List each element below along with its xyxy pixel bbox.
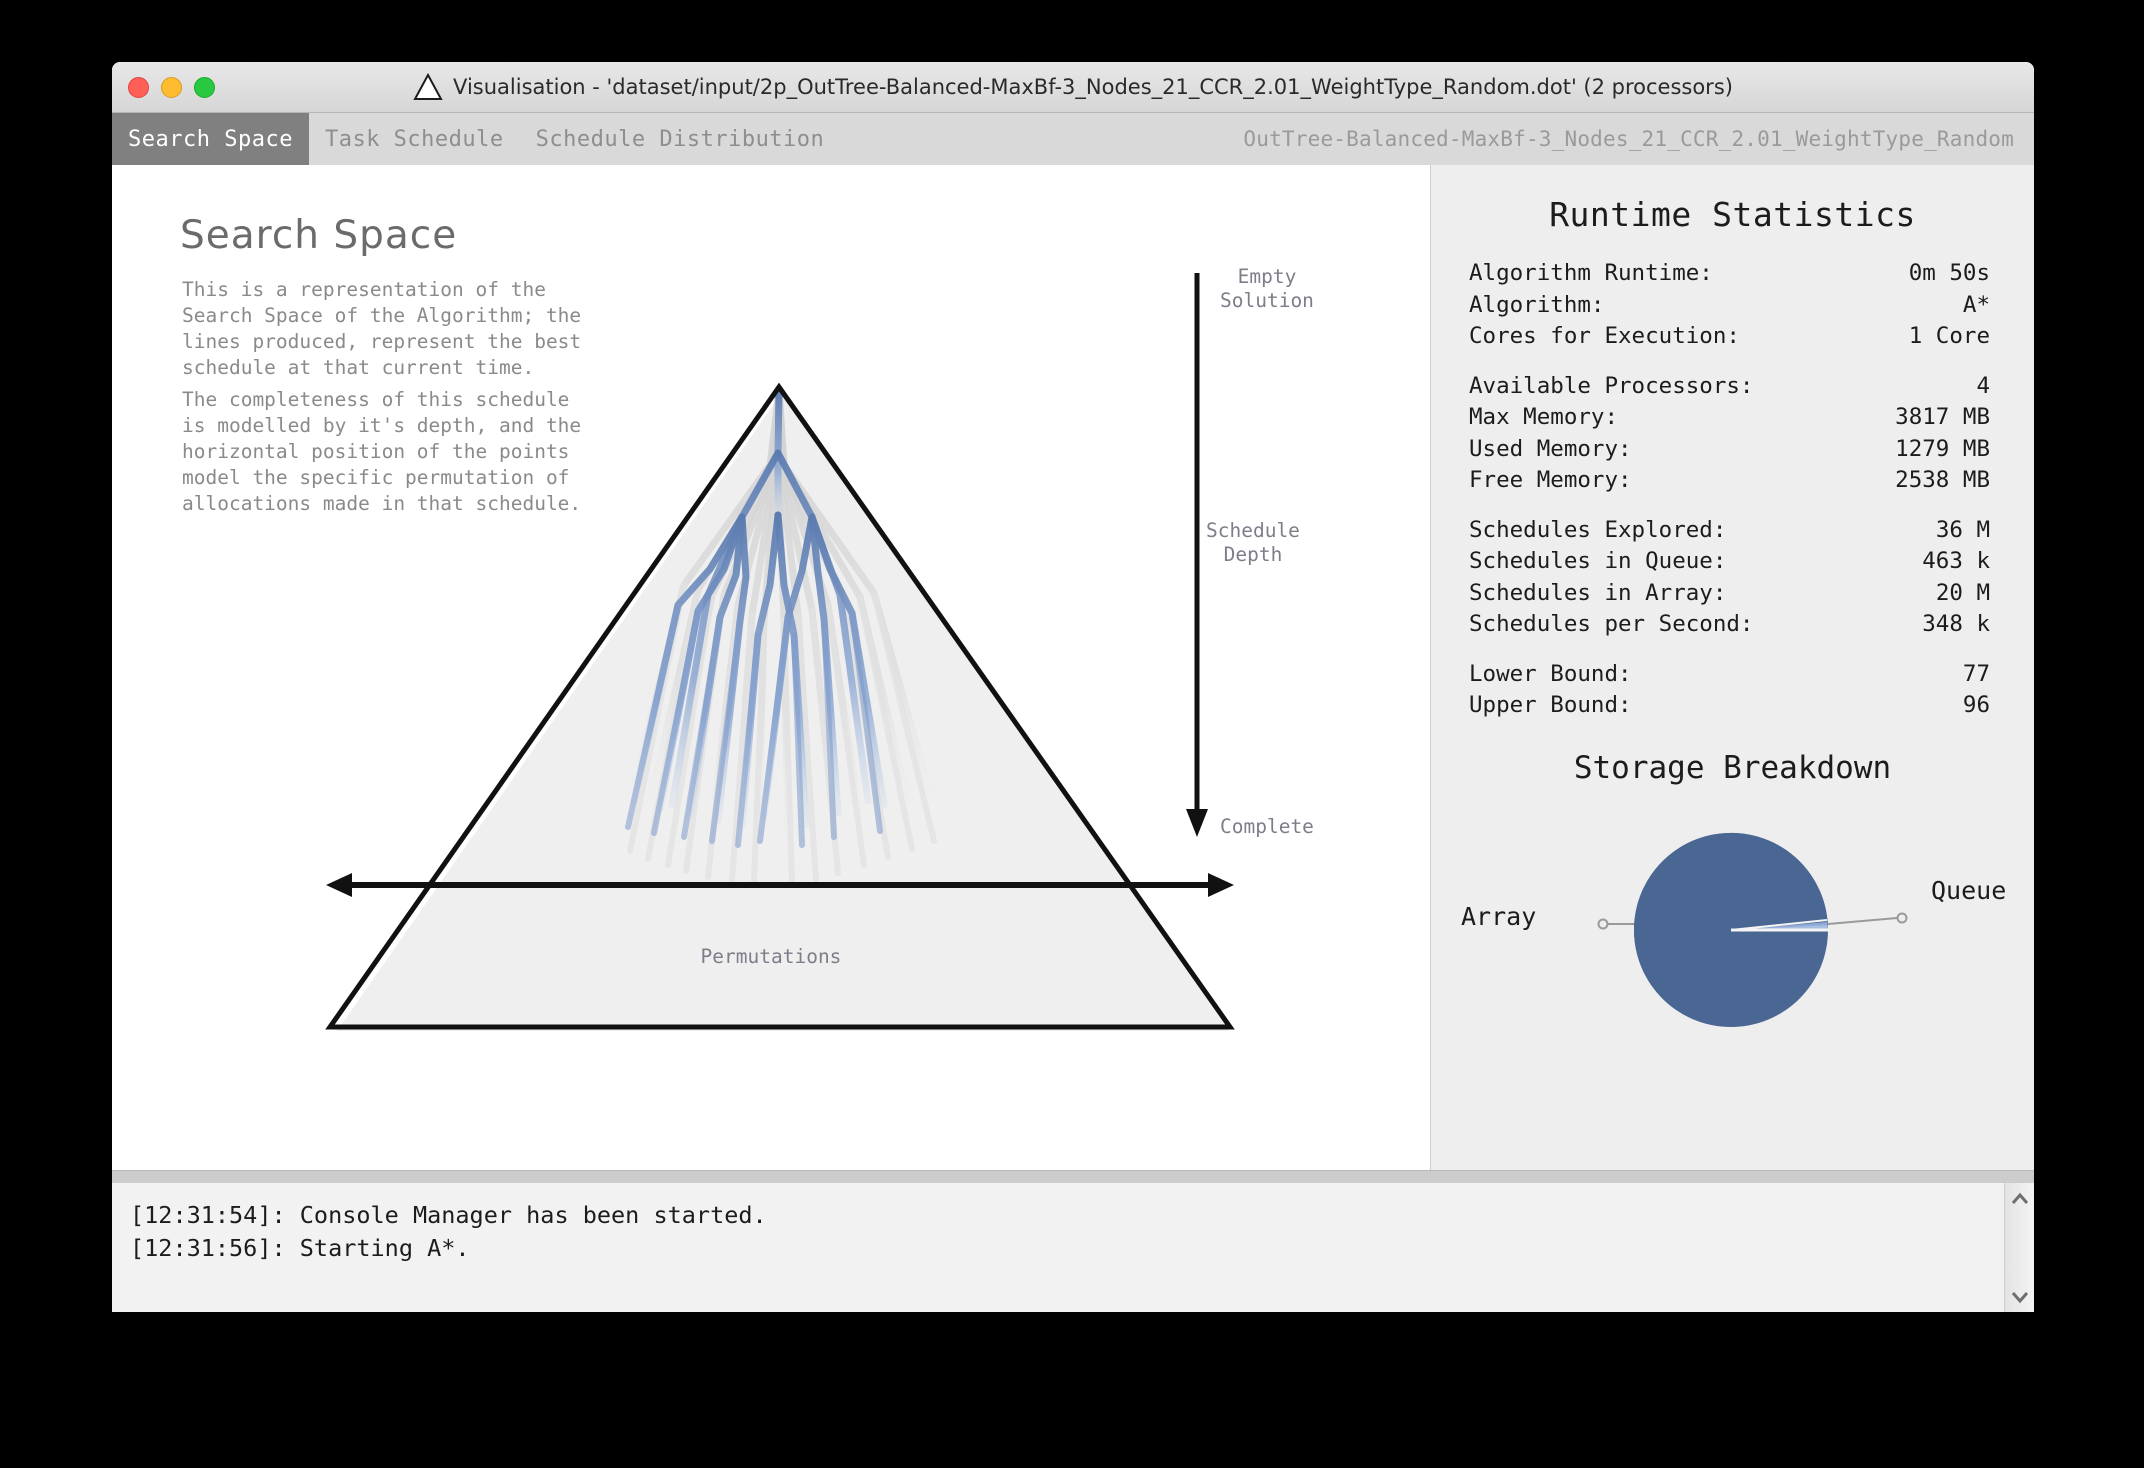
- stat-value: 463 k: [1922, 548, 1990, 574]
- stat-label: Schedules in Array:: [1469, 579, 1727, 606]
- stat-value: A*: [1962, 291, 1990, 318]
- close-button[interactable]: [128, 77, 149, 98]
- stat-label: Schedules per Second:: [1469, 611, 1754, 637]
- stat-label: Upper Bound:: [1469, 692, 1632, 718]
- axis-label-complete: Complete: [1220, 815, 1314, 838]
- stat-value: 2538 MB: [1895, 467, 1990, 493]
- title-bar-center: Visualisation - 'dataset/input/2p_OutTre…: [112, 62, 2034, 112]
- stat-row: Schedules in Queue: 463 k: [1469, 546, 1990, 578]
- tab-label: Search Space: [128, 126, 293, 152]
- stat-value: 96: [1962, 692, 1990, 718]
- runtime-statistics-title: Runtime Statistics: [1549, 195, 1916, 234]
- stat-value: 3817 MB: [1895, 404, 1990, 430]
- triangle-icon: [413, 73, 443, 101]
- stat-label: Max Memory:: [1469, 404, 1619, 430]
- main-content: Search Space This is a representation of…: [112, 165, 2034, 1170]
- stat-label: Free Memory:: [1469, 467, 1632, 493]
- stat-label: Used Memory:: [1469, 435, 1632, 462]
- stat-value: 0m 50s: [1908, 260, 1990, 286]
- stat-value: 348 k: [1922, 611, 1990, 637]
- tab-task-schedule[interactable]: Task Schedule: [309, 113, 520, 165]
- tab-label: Task Schedule: [324, 126, 504, 152]
- axis-label-schedule-depth: Schedule Depth: [1206, 519, 1300, 566]
- statistics-panel: Runtime Statistics Algorithm Runtime: 0m…: [1431, 165, 2034, 1170]
- stat-value: 20 M: [1935, 579, 1990, 606]
- console-scrollbar[interactable]: [2004, 1183, 2034, 1312]
- stat-label: Lower Bound:: [1469, 660, 1632, 687]
- console-line: [12:31:54]: Console Manager has been sta…: [130, 1201, 767, 1229]
- stat-row: Lower Bound: 77: [1469, 659, 1990, 691]
- storage-breakdown-chart: Array Queue: [1431, 794, 2034, 1064]
- stat-row: Schedules per Second: 348 k: [1469, 609, 1990, 641]
- graph-name-label: OutTree-Balanced-MaxBf-3_Nodes_21_CCR_2.…: [1243, 127, 2014, 151]
- stat-row: Schedules Explored: 36 M: [1469, 515, 1990, 547]
- stat-row: Cores for Execution: 1 Core: [1469, 321, 1990, 353]
- stat-label: Schedules in Queue:: [1469, 548, 1727, 574]
- stat-row: Max Memory: 3817 MB: [1469, 402, 1990, 434]
- search-space-panel: Search Space This is a representation of…: [112, 165, 1431, 1170]
- tab-schedule-distribution[interactable]: Schedule Distribution: [520, 113, 841, 165]
- stat-row: Upper Bound: 96: [1469, 690, 1990, 722]
- console-divider: [112, 1170, 2034, 1183]
- title-bar: Visualisation - 'dataset/input/2p_OutTre…: [112, 62, 2034, 113]
- chevron-down-icon[interactable]: [2008, 1287, 2032, 1307]
- stat-value: 36 M: [1935, 516, 1990, 543]
- console-output: [12:31:54]: Console Manager has been sta…: [112, 1183, 2034, 1265]
- axis-label-permutations: Permutations: [700, 945, 842, 968]
- stat-row: Free Memory: 2538 MB: [1469, 465, 1990, 497]
- stat-row: Algorithm Runtime: 0m 50s: [1469, 258, 1990, 290]
- stat-value: 1 Core: [1908, 323, 1990, 349]
- stat-row: Available Processors: 4: [1469, 371, 1990, 403]
- tab-label: Schedule Distribution: [535, 126, 825, 152]
- stat-row: Schedules in Array: 20 M: [1469, 578, 1990, 610]
- pie-label-array: Array: [1461, 901, 1537, 931]
- minimize-button[interactable]: [161, 77, 182, 98]
- tab-search-space[interactable]: Search Space: [112, 113, 309, 165]
- axis-label-empty-solution: Empty Solution: [1220, 265, 1314, 312]
- window-controls: [128, 77, 215, 98]
- stat-label: Cores for Execution:: [1469, 323, 1740, 349]
- tab-bar: Search Space Task Schedule Schedule Dist…: [112, 113, 2034, 165]
- stat-value: 4: [1976, 372, 1990, 399]
- stat-row: Algorithm: A*: [1469, 290, 1990, 322]
- stat-label: Algorithm:: [1469, 291, 1605, 318]
- maximize-button[interactable]: [194, 77, 215, 98]
- stat-group-spacer: [1469, 353, 1990, 371]
- console-line: [12:31:56]: Starting A*.: [130, 1234, 470, 1262]
- window-title: Visualisation - 'dataset/input/2p_OutTre…: [453, 75, 1733, 99]
- stat-group-spacer: [1469, 641, 1990, 659]
- stat-row: Used Memory: 1279 MB: [1469, 434, 1990, 466]
- stat-value: 77: [1962, 660, 1990, 687]
- application-window: Visualisation - 'dataset/input/2p_OutTre…: [112, 62, 2034, 1312]
- storage-breakdown-title: Storage Breakdown: [1573, 749, 1892, 786]
- stat-group-spacer: [1469, 497, 1990, 515]
- stat-value: 1279 MB: [1895, 435, 1990, 462]
- stat-label: Algorithm Runtime:: [1469, 260, 1713, 286]
- pie-label-queue: Queue: [1931, 875, 2007, 905]
- stat-label: Schedules Explored:: [1469, 516, 1727, 543]
- stat-label: Available Processors:: [1469, 372, 1754, 399]
- search-space-visualisation: [325, 273, 1235, 1031]
- console-panel: [12:31:54]: Console Manager has been sta…: [112, 1183, 2034, 1312]
- chevron-up-icon[interactable]: [2008, 1189, 2032, 1209]
- runtime-statistics-list: Algorithm Runtime: 0m 50s Algorithm: A* …: [1431, 258, 2034, 722]
